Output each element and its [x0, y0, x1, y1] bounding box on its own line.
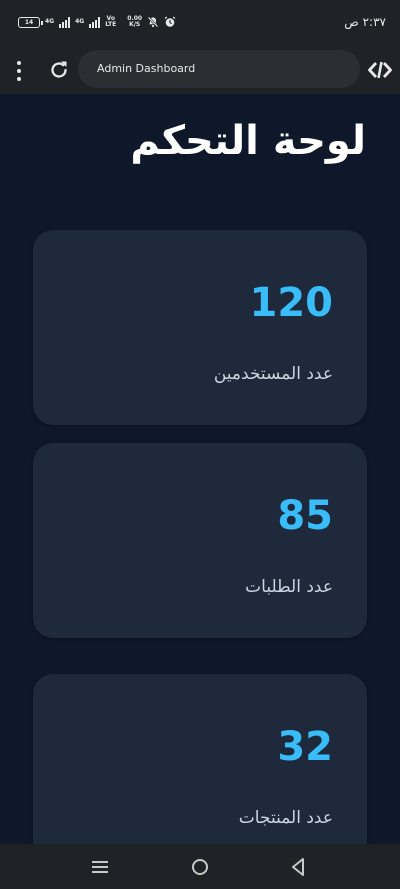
stat-card-products: 32 عدد المنتجات [33, 674, 367, 844]
signal-2-icon [89, 16, 101, 28]
url-bar[interactable]: Admin Dashboard [78, 50, 360, 88]
network-1-label: 4G [45, 18, 55, 25]
battery-icon: 14 [18, 16, 43, 28]
battery-level: 14 [24, 18, 34, 26]
status-indicators: 14 4G 4G Vo LTE 0.00 K/S [18, 16, 176, 28]
dashboard-page: لوحة التحكم 120 عدد المستخدمين 85 عدد ال… [0, 94, 400, 844]
more-vert-icon[interactable] [14, 61, 24, 81]
stat-value: 85 [277, 493, 333, 539]
recents-icon[interactable] [92, 860, 108, 874]
stat-card-users: 120 عدد المستخدمين [33, 230, 367, 425]
stat-label: عدد المستخدمين [213, 364, 333, 384]
back-icon[interactable] [290, 857, 306, 877]
home-icon[interactable] [191, 858, 209, 876]
stat-label: عدد المنتجات [238, 808, 333, 828]
mute-bell-icon [147, 16, 159, 28]
volte-indicator: Vo LTE [105, 16, 116, 28]
alarm-icon [164, 16, 176, 27]
network-2-label: 4G [75, 18, 85, 25]
stat-value: 120 [249, 280, 334, 326]
network-speed: 0.00 K/S [127, 16, 142, 28]
stat-label: عدد الطلبات [245, 577, 333, 597]
volte-bottom: LTE [105, 21, 117, 28]
page-title: لوحة التحكم [130, 118, 366, 164]
browser-toolbar: Admin Dashboard [0, 48, 400, 94]
devtools-icon[interactable] [368, 58, 392, 82]
clock: ٢:٣٧ ص [344, 15, 386, 29]
reload-icon[interactable] [48, 59, 70, 81]
stat-value: 32 [277, 724, 333, 770]
stat-card-orders: 85 عدد الطلبات [33, 443, 367, 638]
speed-unit: K/S [129, 21, 141, 28]
status-bar: 14 4G 4G Vo LTE 0.00 K/S ٢:٣٧ ص [0, 0, 400, 48]
system-nav-bar [0, 844, 400, 889]
signal-icon [59, 16, 71, 28]
